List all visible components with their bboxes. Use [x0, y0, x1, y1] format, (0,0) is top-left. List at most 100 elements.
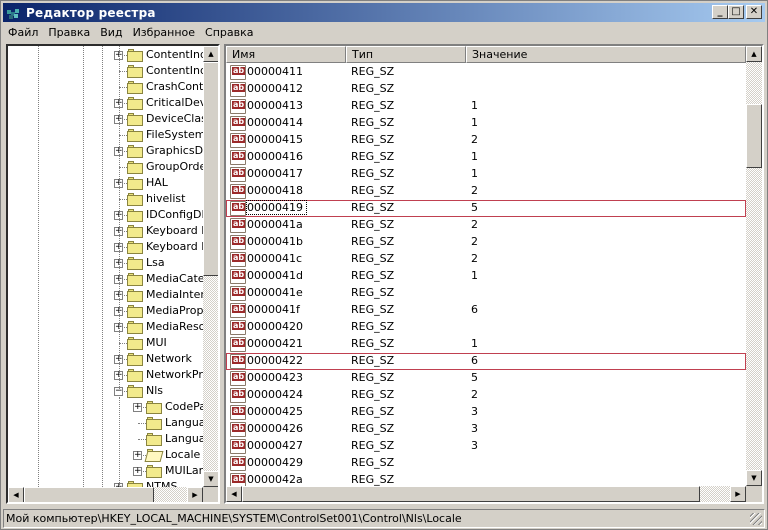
value-row[interactable]: ab 00000419 REG_SZ 5 [226, 200, 746, 217]
tree-node[interactable]: +MediaInterfa [8, 287, 203, 303]
tree-vscroll-thumb[interactable] [203, 62, 218, 276]
tree-node[interactable]: +Keyboard La [8, 239, 203, 255]
value-row[interactable]: ab 00000411 REG_SZ [226, 64, 746, 81]
list-scroll-down-button[interactable]: ▼ [746, 470, 762, 486]
tree-node[interactable]: − Nls [8, 383, 203, 399]
tree-scroll-right-button[interactable]: ▶ [187, 487, 203, 502]
tree-node[interactable]: ContentInde [8, 63, 203, 79]
tree-node[interactable]: + HAL [8, 175, 203, 191]
menu-help[interactable]: Справка [200, 26, 258, 39]
value-row[interactable]: ab 00000429 REG_SZ [226, 455, 746, 472]
tree-node[interactable]: MUI [8, 335, 203, 351]
minimize-button[interactable]: _ [712, 5, 728, 19]
tree-hscroll-thumb[interactable] [24, 487, 154, 502]
folder-icon [146, 401, 162, 414]
folder-icon [127, 129, 143, 142]
title-bar[interactable]: Редактор реестра _ □ ✕ [3, 3, 765, 22]
tree-node[interactable]: Languag [8, 415, 203, 431]
value-row[interactable]: ab 0000041e REG_SZ [226, 285, 746, 302]
value-row[interactable]: ab 0000041a REG_SZ 2 [226, 217, 746, 234]
expand-icon[interactable]: + [133, 403, 142, 412]
column-header-type[interactable]: Тип [346, 46, 466, 63]
folder-icon [127, 289, 143, 302]
value-row[interactable]: ab 00000427 REG_SZ 3 [226, 438, 746, 455]
string-value-icon: ab [230, 184, 246, 199]
tree-node[interactable]: GroupOrderI [8, 159, 203, 175]
value-row[interactable]: ab 00000418 REG_SZ 2 [226, 183, 746, 200]
maximize-button[interactable]: □ [728, 5, 744, 19]
tree-node[interactable]: + Lsa [8, 255, 203, 271]
tree-node[interactable]: + CodePag [8, 399, 203, 415]
value-row[interactable]: ab 0000041d REG_SZ 1 [226, 268, 746, 285]
value-row[interactable]: ab 00000424 REG_SZ 2 [226, 387, 746, 404]
list-scroll-left-button[interactable]: ◀ [226, 486, 242, 502]
tree-horizontal-scrollbar[interactable]: ◀ ▶ [8, 487, 203, 502]
tree-scroll-up-button[interactable]: ▲ [203, 46, 218, 62]
tree-node[interactable]: + Network [8, 351, 203, 367]
value-name: 00000415 [247, 133, 303, 146]
menu-favorites[interactable]: Избранное [128, 26, 200, 39]
string-value-icon-text: ab [232, 100, 246, 109]
tree-scroll-left-button[interactable]: ◀ [8, 487, 24, 502]
value-row[interactable]: ab 00000413 REG_SZ 1 [226, 98, 746, 115]
string-value-icon: ab [230, 252, 246, 267]
tree-node[interactable]: +CriticalDevic [8, 95, 203, 111]
tree-node[interactable]: +MediaResou [8, 319, 203, 335]
list-vertical-scrollbar[interactable]: ▲ ▼ [746, 46, 762, 486]
expand-icon[interactable]: + [133, 451, 142, 460]
list-scroll-up-button[interactable]: ▲ [746, 46, 762, 62]
string-value-icon: ab [230, 303, 246, 318]
tree-node[interactable]: +ContentInde [8, 47, 203, 63]
value-row[interactable]: ab 00000426 REG_SZ 3 [226, 421, 746, 438]
tree-node[interactable]: + Locale [8, 447, 203, 463]
value-row[interactable]: ab 00000417 REG_SZ 1 [226, 166, 746, 183]
tree-node[interactable]: +NetworkProv [8, 367, 203, 383]
tree-node[interactable]: CrashContro [8, 79, 203, 95]
value-row[interactable]: ab 00000425 REG_SZ 3 [226, 404, 746, 421]
value-row[interactable]: ab 00000420 REG_SZ [226, 319, 746, 336]
tree-node-label: MediaCatego [146, 272, 203, 285]
value-row[interactable]: ab 00000422 REG_SZ 6 [226, 353, 746, 370]
tree-vertical-scrollbar[interactable]: ▲ ▼ [203, 46, 218, 487]
tree-node[interactable]: +GraphicsDriv [8, 143, 203, 159]
tree-node[interactable]: + NTMS [8, 479, 203, 487]
value-row[interactable]: ab 00000412 REG_SZ [226, 81, 746, 98]
column-header-name[interactable]: Имя [226, 46, 346, 63]
string-value-icon-text: ab [232, 168, 246, 177]
tree-node[interactable]: FileSystem [8, 127, 203, 143]
tree-node[interactable]: +MediaCatego [8, 271, 203, 287]
tree-node[interactable]: +Keyboard La [8, 223, 203, 239]
close-button[interactable]: ✕ [746, 5, 762, 19]
value-row[interactable]: ab 0000041c REG_SZ 2 [226, 251, 746, 268]
tree-node[interactable]: Languag [8, 431, 203, 447]
list-vscroll-thumb[interactable] [746, 104, 762, 168]
value-row[interactable]: ab 0000041b REG_SZ 2 [226, 234, 746, 251]
value-row[interactable]: ab 0000041f REG_SZ 6 [226, 302, 746, 319]
value-row[interactable]: ab 00000421 REG_SZ 1 [226, 336, 746, 353]
tree-node[interactable]: +DeviceClasse [8, 111, 203, 127]
value-name: 00000412 [247, 82, 303, 95]
expand-icon[interactable]: + [133, 467, 142, 476]
value-row[interactable]: ab 00000415 REG_SZ 2 [226, 132, 746, 149]
tree-node[interactable]: hivelist [8, 191, 203, 207]
menu-edit[interactable]: Правка [43, 26, 95, 39]
tree-node[interactable]: + IDConfigDB [8, 207, 203, 223]
tree-node-label: Languag [165, 432, 203, 445]
tree-node[interactable]: +MediaProper [8, 303, 203, 319]
list-hscroll-thumb[interactable] [242, 486, 700, 502]
value-row[interactable]: ab 00000414 REG_SZ 1 [226, 115, 746, 132]
value-type: REG_SZ [351, 235, 395, 248]
value-row[interactable]: ab 00000423 REG_SZ 5 [226, 370, 746, 387]
resize-grip-icon[interactable] [750, 513, 762, 525]
tree-node[interactable]: + MUILang [8, 463, 203, 479]
list-horizontal-scrollbar[interactable]: ◀ ▶ [226, 486, 746, 502]
value-row[interactable]: ab 00000416 REG_SZ 1 [226, 149, 746, 166]
value-data: 2 [471, 184, 478, 197]
list-header: Имя Тип Значение [226, 46, 746, 63]
list-scroll-right-button[interactable]: ▶ [730, 486, 746, 502]
menu-view[interactable]: Вид [95, 26, 127, 39]
tree-scroll-down-button[interactable]: ▼ [203, 471, 218, 487]
column-header-value[interactable]: Значение [466, 46, 746, 63]
menu-file[interactable]: Файл [3, 26, 43, 39]
status-bar: Мой компьютер\HKEY_LOCAL_MACHINE\SYSTEM\… [3, 509, 765, 528]
